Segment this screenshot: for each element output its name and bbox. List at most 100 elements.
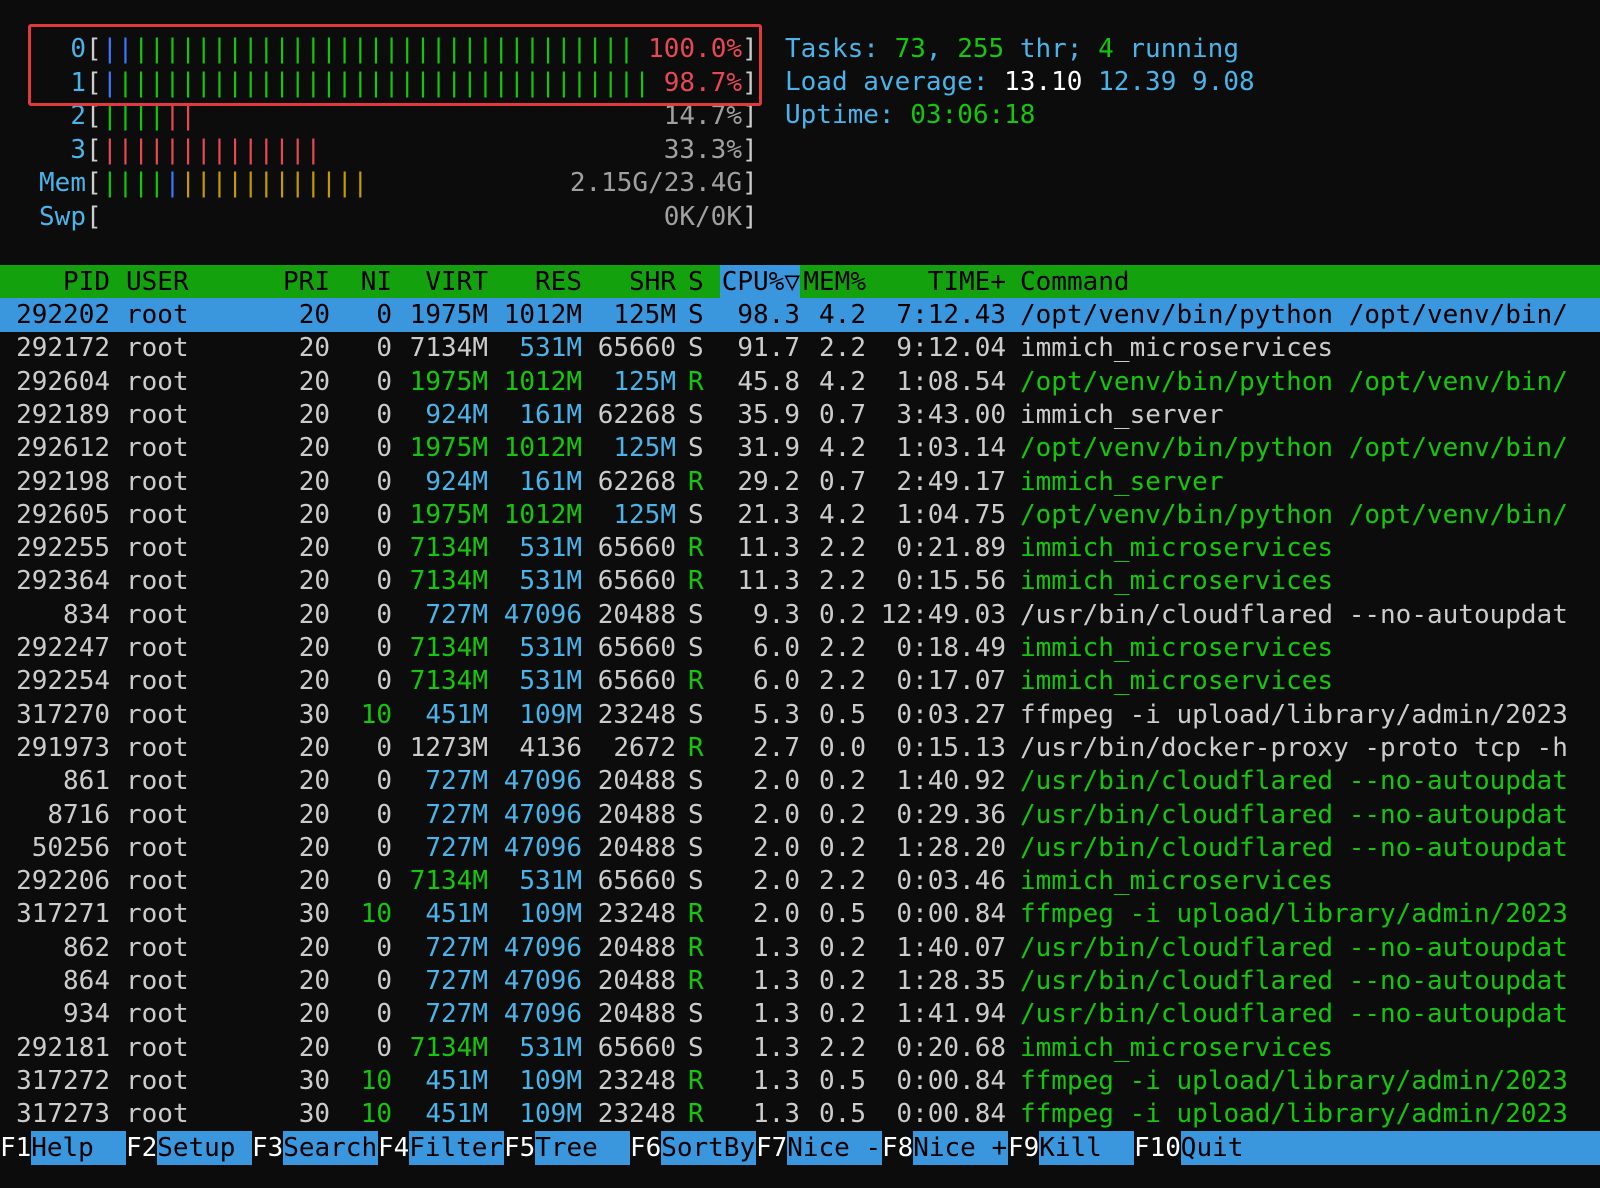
cell-virt: 1273M [409,732,488,763]
process-row[interactable]: 292604 root 20 0 1975M 1012M 125M R 45.8 4.2 1:08.… [0,365,1600,399]
cell-res: 109M [519,899,582,930]
function-key-f3[interactable]: F3 [252,1131,284,1165]
cell-s: R [688,1099,704,1130]
process-row[interactable]: 292255 root 20 0 7134M 531M 65660 R 11.3 2.2 0:21.… [0,531,1600,565]
function-key-label-tree[interactable]: Tree [535,1131,630,1165]
function-key-label-quit[interactable]: Quit [1180,1131,1600,1165]
function-key-label-search[interactable]: Search [283,1131,378,1165]
column-header-cpu[interactable]: CPU%▽ [720,265,800,299]
process-row[interactable]: 292247 root 20 0 7134M 531M 65660 S 6.0 2.2 0:18.4… [0,631,1600,665]
process-row[interactable]: 292172 root 20 0 7134M 531M 65660 S 91.7 2.2 9:12.… [0,331,1600,365]
function-key-f4[interactable]: F4 [378,1131,410,1165]
process-row[interactable]: 317272 root 30 10 451M 109M 23248 R 1.3 0.5 0:00.8… [0,1064,1600,1098]
process-row[interactable]: 292612 root 20 0 1975M 1012M 125M S 31.9 4.2 1:03.… [0,431,1600,465]
function-key-label-nice[interactable]: Nice - [787,1131,882,1165]
cell-cmd: /usr/bin/docker-proxy -proto tcp -h [1020,732,1568,763]
process-row[interactable]: 292206 root 20 0 7134M 531M 65660 S 2.0 2.2 0:03.4… [0,864,1600,898]
cell-time: 3:43.00 [896,399,1006,430]
column-header-ni[interactable]: NI [330,265,392,299]
cell-cmd: /opt/venv/bin/python /opt/venv/bin/ [1020,366,1568,397]
cell-ni: 0 [376,1032,392,1063]
function-key-label-filter[interactable]: Filter [409,1131,504,1165]
column-header-virt[interactable]: VIRT [392,265,488,299]
column-header-res[interactable]: RES [488,265,582,299]
function-key-f2[interactable]: F2 [126,1131,158,1165]
cell-s: S [688,866,704,897]
cell-shr: 125M [613,366,676,397]
cell-mem: 0.5 [819,699,866,730]
cell-mem: 0.5 [819,1065,866,1096]
cell-cpu: 2.0 [753,766,800,797]
process-row[interactable]: 934 root 20 0 727M 47096 20488 S 1.3 0.2 1:41.94/u… [0,997,1600,1031]
cell-res: 47096 [503,766,582,797]
process-row[interactable]: 8716 root 20 0 727M 47096 20488 S 2.0 0.2 0:29.36 /… [0,798,1600,832]
process-row[interactable]: 317271 root 30 10 451M 109M 23248 R 2.0 0.5 0:00.8… [0,897,1600,931]
function-key-label-nice[interactable]: Nice + [913,1131,1008,1165]
meter-bar-segment: | [164,168,181,198]
cell-pid: 317273 [16,1099,110,1130]
column-header-user[interactable]: USER [126,265,256,299]
column-header-pri[interactable]: PRI [256,265,330,299]
function-key-f9[interactable]: F9 [1008,1131,1040,1165]
function-key-f1[interactable]: F1 [0,1131,32,1165]
cell-time: 1:04.75 [896,499,1006,530]
function-key-f7[interactable]: F7 [756,1131,788,1165]
process-row[interactable]: 292605 root 20 0 1975M 1012M 125M S 21.3 4.2 1:04.… [0,498,1600,532]
cell-virt: 451M [425,699,488,730]
cell-shr: 23248 [597,1065,676,1096]
cell-s: S [688,799,704,830]
column-header-s[interactable]: S [688,265,712,299]
load-1min: 13.10 [1004,67,1083,97]
load-average-line: Load average: 13.10 12.39 9.08 [785,65,1255,99]
process-row[interactable]: 862 root 20 0 727M 47096 20488 R 1.3 0.2 1:40.07/u… [0,931,1600,965]
column-header-shr[interactable]: SHR [582,265,676,299]
cell-ni: 0 [376,633,392,663]
process-row[interactable]: 317270 root 30 10 451M 109M 23248 S 5.3 0.5 0:03.2… [0,698,1600,732]
cell-cpu: 5.3 [753,699,800,730]
process-row[interactable]: 292189 root 20 0 924M 161M 62268 S 35.9 0.7 3:43.0… [0,398,1600,432]
cell-shr: 20488 [597,999,676,1030]
cell-ni: 0 [376,766,392,797]
process-row[interactable]: 317273 root 30 10 451M 109M 23248 R 1.3 0.5 0:00.8… [0,1097,1600,1131]
cell-pri: 30 [298,699,330,730]
process-row[interactable]: 834 root 20 0 727M 47096 20488 S 9.3 0.2 12:49.03 /… [0,598,1600,632]
cell-user: root [126,1065,189,1096]
process-row[interactable]: 292254 root 20 0 7134M 531M 65660 R 6.0 2.2 0:17.0… [0,664,1600,698]
function-key-f10[interactable]: F10 [1134,1131,1181,1165]
cell-cmd: immich_microservices [1020,333,1334,364]
cell-shr: 125M [613,433,676,464]
cell-ni: 0 [376,366,392,397]
function-key-label-setup[interactable]: Setup [157,1131,252,1165]
cell-mem: 4.2 [819,300,866,330]
process-row[interactable]: 864 root 20 0 727M 47096 20488 R 1.3 0.2 1:28.35/u… [0,964,1600,998]
cell-pid: 864 [63,966,110,996]
cell-pri: 20 [298,932,330,963]
cell-s: R [688,466,704,497]
process-row[interactable]: 292202 root 20 0 1975M 1012M 125M S 98.3 4.2 7:12.… [0,298,1600,332]
cell-s: R [688,533,704,564]
cell-pid: 292202 [16,300,110,330]
meter-bar-segment: |||||||||||||| [102,134,322,165]
process-row[interactable]: 292198 root 20 0 924M 161M 62268 R 29.2 0.7 2:49.1… [0,465,1600,499]
column-header-cmd[interactable]: Command [1020,265,1600,299]
function-key-f5[interactable]: F5 [504,1131,536,1165]
process-row[interactable]: 291973 root 20 0 1273M 4136 2672 R 2.7 0.0 0:15.13… [0,731,1600,765]
cell-res: 4136 [519,732,582,763]
process-row[interactable]: 861 root 20 0 727M 47096 20488 S 2.0 0.2 1:40.92/u… [0,764,1600,798]
cell-cpu: 9.3 [753,599,800,630]
cell-ni: 0 [376,999,392,1030]
process-row[interactable]: 292181 root 20 0 7134M 531M 65660 S 1.3 2.2 0:20.6… [0,1031,1600,1065]
process-row[interactable]: 292364 root 20 0 7134M 531M 65660 R 11.3 2.2 0:15.… [0,564,1600,598]
process-row[interactable]: 50256 root 20 0 727M 47096 20488 S 2.0 0.2 1:28.20… [0,831,1600,865]
function-key-label-sortby[interactable]: SortBy [661,1131,756,1165]
cell-cpu: 2.0 [753,899,800,930]
function-key-f6[interactable]: F6 [630,1131,662,1165]
cell-pri: 20 [298,666,330,697]
column-header-mem[interactable]: MEM% [800,265,866,299]
function-key-label-help[interactable]: Help [31,1131,126,1165]
column-header-time[interactable]: TIME+ [866,265,1006,299]
function-key-f8[interactable]: F8 [882,1131,914,1165]
cell-pid: 292612 [16,433,110,464]
column-header-pid[interactable]: PID [0,265,110,299]
function-key-label-kill[interactable]: Kill [1039,1131,1134,1165]
